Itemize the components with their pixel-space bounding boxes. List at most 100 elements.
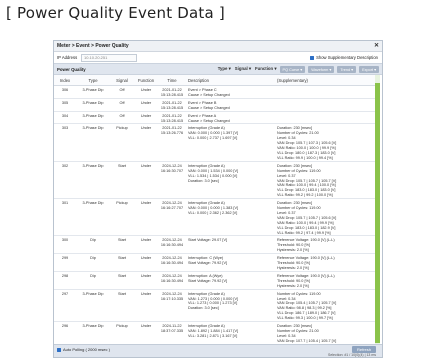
cell-description-line: Cause > Setup Changed bbox=[188, 118, 230, 123]
cell-function: Under bbox=[140, 113, 152, 118]
refresh-button[interactable]: Refresh bbox=[351, 346, 376, 353]
cell-time-line: 18:37:07.335 bbox=[160, 328, 184, 333]
table-row[interactable]: 296 3-Phase Dip Pickup Under 2024-11-22 18:37… bbox=[54, 322, 378, 345]
cell-description-line: Start Voltage: 79.92 [V] bbox=[188, 261, 228, 266]
type-filter[interactable]: Type ▾ bbox=[218, 66, 231, 72]
table-row[interactable]: 305 3-Phase Dip Off Under 2021-01-22 15:13:28… bbox=[54, 99, 378, 112]
cell-supplementary: Number of Cycles: 119.00 Level: 0.34 VAN D… bbox=[274, 290, 377, 321]
cell-index: 298 bbox=[61, 273, 69, 278]
header-description[interactable]: Description bbox=[186, 78, 274, 83]
cell-signal: Pickup bbox=[116, 201, 128, 206]
cell-supplementary: Duration: 230 [msec] Number of Cycles: 21… bbox=[274, 322, 377, 344]
checkbox-icon[interactable] bbox=[57, 347, 61, 352]
cell-description: Event > Phase B Cause > Setup Changed bbox=[186, 99, 274, 111]
cell-time: 2021-01-22 15:13:28.415 bbox=[158, 86, 186, 98]
function-filter[interactable]: Function ▾ bbox=[255, 66, 277, 72]
signal-filter[interactable]: Signal ▾ bbox=[235, 66, 251, 72]
cell-time-line: 15:13:26.776 bbox=[160, 131, 184, 136]
cell-function: Under bbox=[140, 238, 152, 243]
table-row[interactable]: 303 3-Phase Dip Pickup Under 2021-01-22 15:13… bbox=[54, 124, 378, 162]
header-index[interactable]: Index bbox=[54, 78, 76, 83]
export-button[interactable]: Export ▾ bbox=[359, 65, 379, 73]
cell-type: Dip bbox=[90, 238, 96, 243]
cell-index: 302 bbox=[61, 163, 69, 168]
status-text: Selection: #1 / 10(0)(4) | 13 ms bbox=[328, 353, 376, 357]
cell-supplementary-line: VLL Ratio: 99.2 | 99.2 | 100.0 [%] bbox=[277, 193, 333, 198]
cell-index: 305 bbox=[61, 100, 69, 105]
cell-description-line: Duration: 3.0 [sec] bbox=[188, 178, 219, 183]
ip-address-label: IP Address bbox=[57, 55, 78, 60]
cell-supplementary-line: VLL Ratio: 99.2 | 97.4 | 99.9 [%] bbox=[277, 230, 331, 235]
cell-function: Under bbox=[140, 291, 152, 296]
cell-signal: Start bbox=[117, 291, 127, 296]
ip-address-input[interactable]: 10.10.20.251 bbox=[81, 53, 137, 62]
table-row[interactable]: 306 3-Phase Dip Off Under 2021-01-22 15:13:28… bbox=[54, 86, 378, 99]
cell-description: Event > Phase C Cause > Setup Changed bbox=[186, 86, 274, 98]
supplementary-label: Show Supplementary Description bbox=[316, 55, 378, 60]
cell-function: Under bbox=[140, 256, 152, 261]
cell-supplementary-line: VLL Ratio: 99.9 | 100.0 | 99.4 [%] bbox=[277, 155, 333, 160]
cell-time: 2021-01-22 15:13:28.415 bbox=[158, 112, 186, 124]
pq-curve-button[interactable]: PQ Curve ▾ bbox=[279, 65, 306, 73]
cell-description-line: VLL: 3.281 | 2.871 | 3.167 [V] bbox=[188, 333, 238, 338]
cell-type: 3-Phase Dip bbox=[82, 100, 104, 105]
cell-index: 296 bbox=[61, 324, 69, 329]
cell-description: Start Voltage: 29.07 [V] bbox=[186, 236, 274, 243]
table-row[interactable]: 304 3-Phase Dip Off Under 2021-01-22 15:13:28… bbox=[54, 112, 378, 125]
table-row[interactable]: 302 3-Phase Dip Start Under 2024-12-24 16:16:… bbox=[54, 162, 378, 200]
header-type[interactable]: Type bbox=[76, 78, 110, 83]
scroll-thumb[interactable] bbox=[375, 83, 380, 343]
cell-time-line: 16:16:30.494 bbox=[160, 261, 184, 266]
cell-function: Under bbox=[140, 324, 152, 329]
cell-description-line: Cause > Setup Changed bbox=[188, 92, 230, 97]
checkbox-icon[interactable] bbox=[310, 55, 315, 60]
cell-function: Under bbox=[140, 88, 152, 92]
table-row[interactable]: 297 3-Phase Dip Start Under 2024-12-24 16:17:… bbox=[54, 290, 378, 323]
meter-window: Meter > Event > Power Quality ✕ IP Addre… bbox=[53, 40, 383, 358]
cell-description-line: Start Voltage: 29.07 [V] bbox=[188, 238, 228, 243]
cell-type: 3-Phase Dip bbox=[82, 201, 104, 206]
toolbar: Power Quality Type ▾ Signal ▾ Function ▾… bbox=[54, 63, 382, 75]
header-signal[interactable]: Signal bbox=[110, 78, 134, 83]
waveform-button[interactable]: Waveform ▾ bbox=[308, 65, 335, 73]
cell-signal: Off bbox=[119, 100, 125, 105]
cell-index: 303 bbox=[61, 126, 69, 131]
cell-supplementary: Duration: 230 [msec] Number of Cycles: 21… bbox=[274, 124, 377, 160]
ip-address-bar: IP Address 10.10.20.251 Show Supplementa… bbox=[54, 52, 382, 63]
cell-description: Interruption (Grade A) VAN: 1.273 | 0.000… bbox=[186, 290, 274, 312]
cell-time: 2024-11-22 18:37:07.335 bbox=[158, 322, 186, 334]
cell-description: Event > Phase A Cause > Setup Changed bbox=[186, 112, 274, 124]
cell-time-line: 16:17:10.335 bbox=[160, 296, 184, 301]
page-heading: [ Power Quality Event Data ] bbox=[6, 4, 225, 22]
auto-polling-toggle[interactable]: Auto Polling ( 2000 msec ) bbox=[57, 347, 110, 352]
cell-type: 3-Phase Dip bbox=[82, 324, 104, 329]
window-titlebar: Meter > Event > Power Quality ✕ bbox=[54, 41, 382, 52]
table-row[interactable]: 301 3-Phase Dip Pickup Under 2024-12-24 16:16… bbox=[54, 199, 378, 237]
table-row[interactable]: 299 Dip Start Under 2024-12-24 16:16:30.494 In… bbox=[54, 254, 378, 272]
close-icon[interactable]: ✕ bbox=[374, 41, 379, 51]
header-function[interactable]: Function bbox=[134, 78, 158, 83]
cell-time: 2024-12-24 16:16:30.494 bbox=[158, 236, 186, 248]
cell-supplementary bbox=[274, 86, 377, 88]
header-time[interactable]: Time bbox=[158, 78, 186, 83]
table-row[interactable]: 298 Dip Start Under 2024-12-24 16:16:30.494 In… bbox=[54, 272, 378, 290]
supplementary-toggle[interactable]: Show Supplementary Description bbox=[310, 55, 378, 60]
cell-time-line: 16:16:30.494 bbox=[160, 278, 184, 283]
cell-supplementary bbox=[274, 112, 377, 114]
table-row[interactable]: 300 Dip Start Under 2024-12-24 16:16:30.494 St… bbox=[54, 236, 378, 255]
cell-function: Under bbox=[140, 126, 152, 131]
cell-signal: Pickup bbox=[116, 324, 128, 329]
cell-supplementary: Reference Voltage: 190.0 [V] (L-L) Thresh… bbox=[274, 254, 377, 271]
cell-index: 299 bbox=[61, 256, 69, 261]
trend-button[interactable]: Trend ▾ bbox=[337, 65, 357, 73]
cell-time-line: 16:16:30.707 bbox=[160, 168, 184, 173]
section-title: Power Quality bbox=[57, 66, 86, 72]
cell-description: Interruption (Grade A) VAN: 0.000 | 0.000… bbox=[186, 199, 274, 216]
scrollbar[interactable] bbox=[375, 75, 380, 347]
cell-time: 2024-12-24 16:16:27.707 bbox=[158, 199, 186, 211]
header-supplementary[interactable]: (Supplementary) bbox=[274, 78, 377, 83]
cell-index: 304 bbox=[61, 113, 69, 118]
window-footer: Auto Polling ( 2000 msec ) Refresh Selec… bbox=[54, 344, 382, 357]
cell-type: 3-Phase Dip bbox=[82, 113, 104, 118]
cell-time: 2024-12-24 16:16:30.707 bbox=[158, 162, 186, 174]
